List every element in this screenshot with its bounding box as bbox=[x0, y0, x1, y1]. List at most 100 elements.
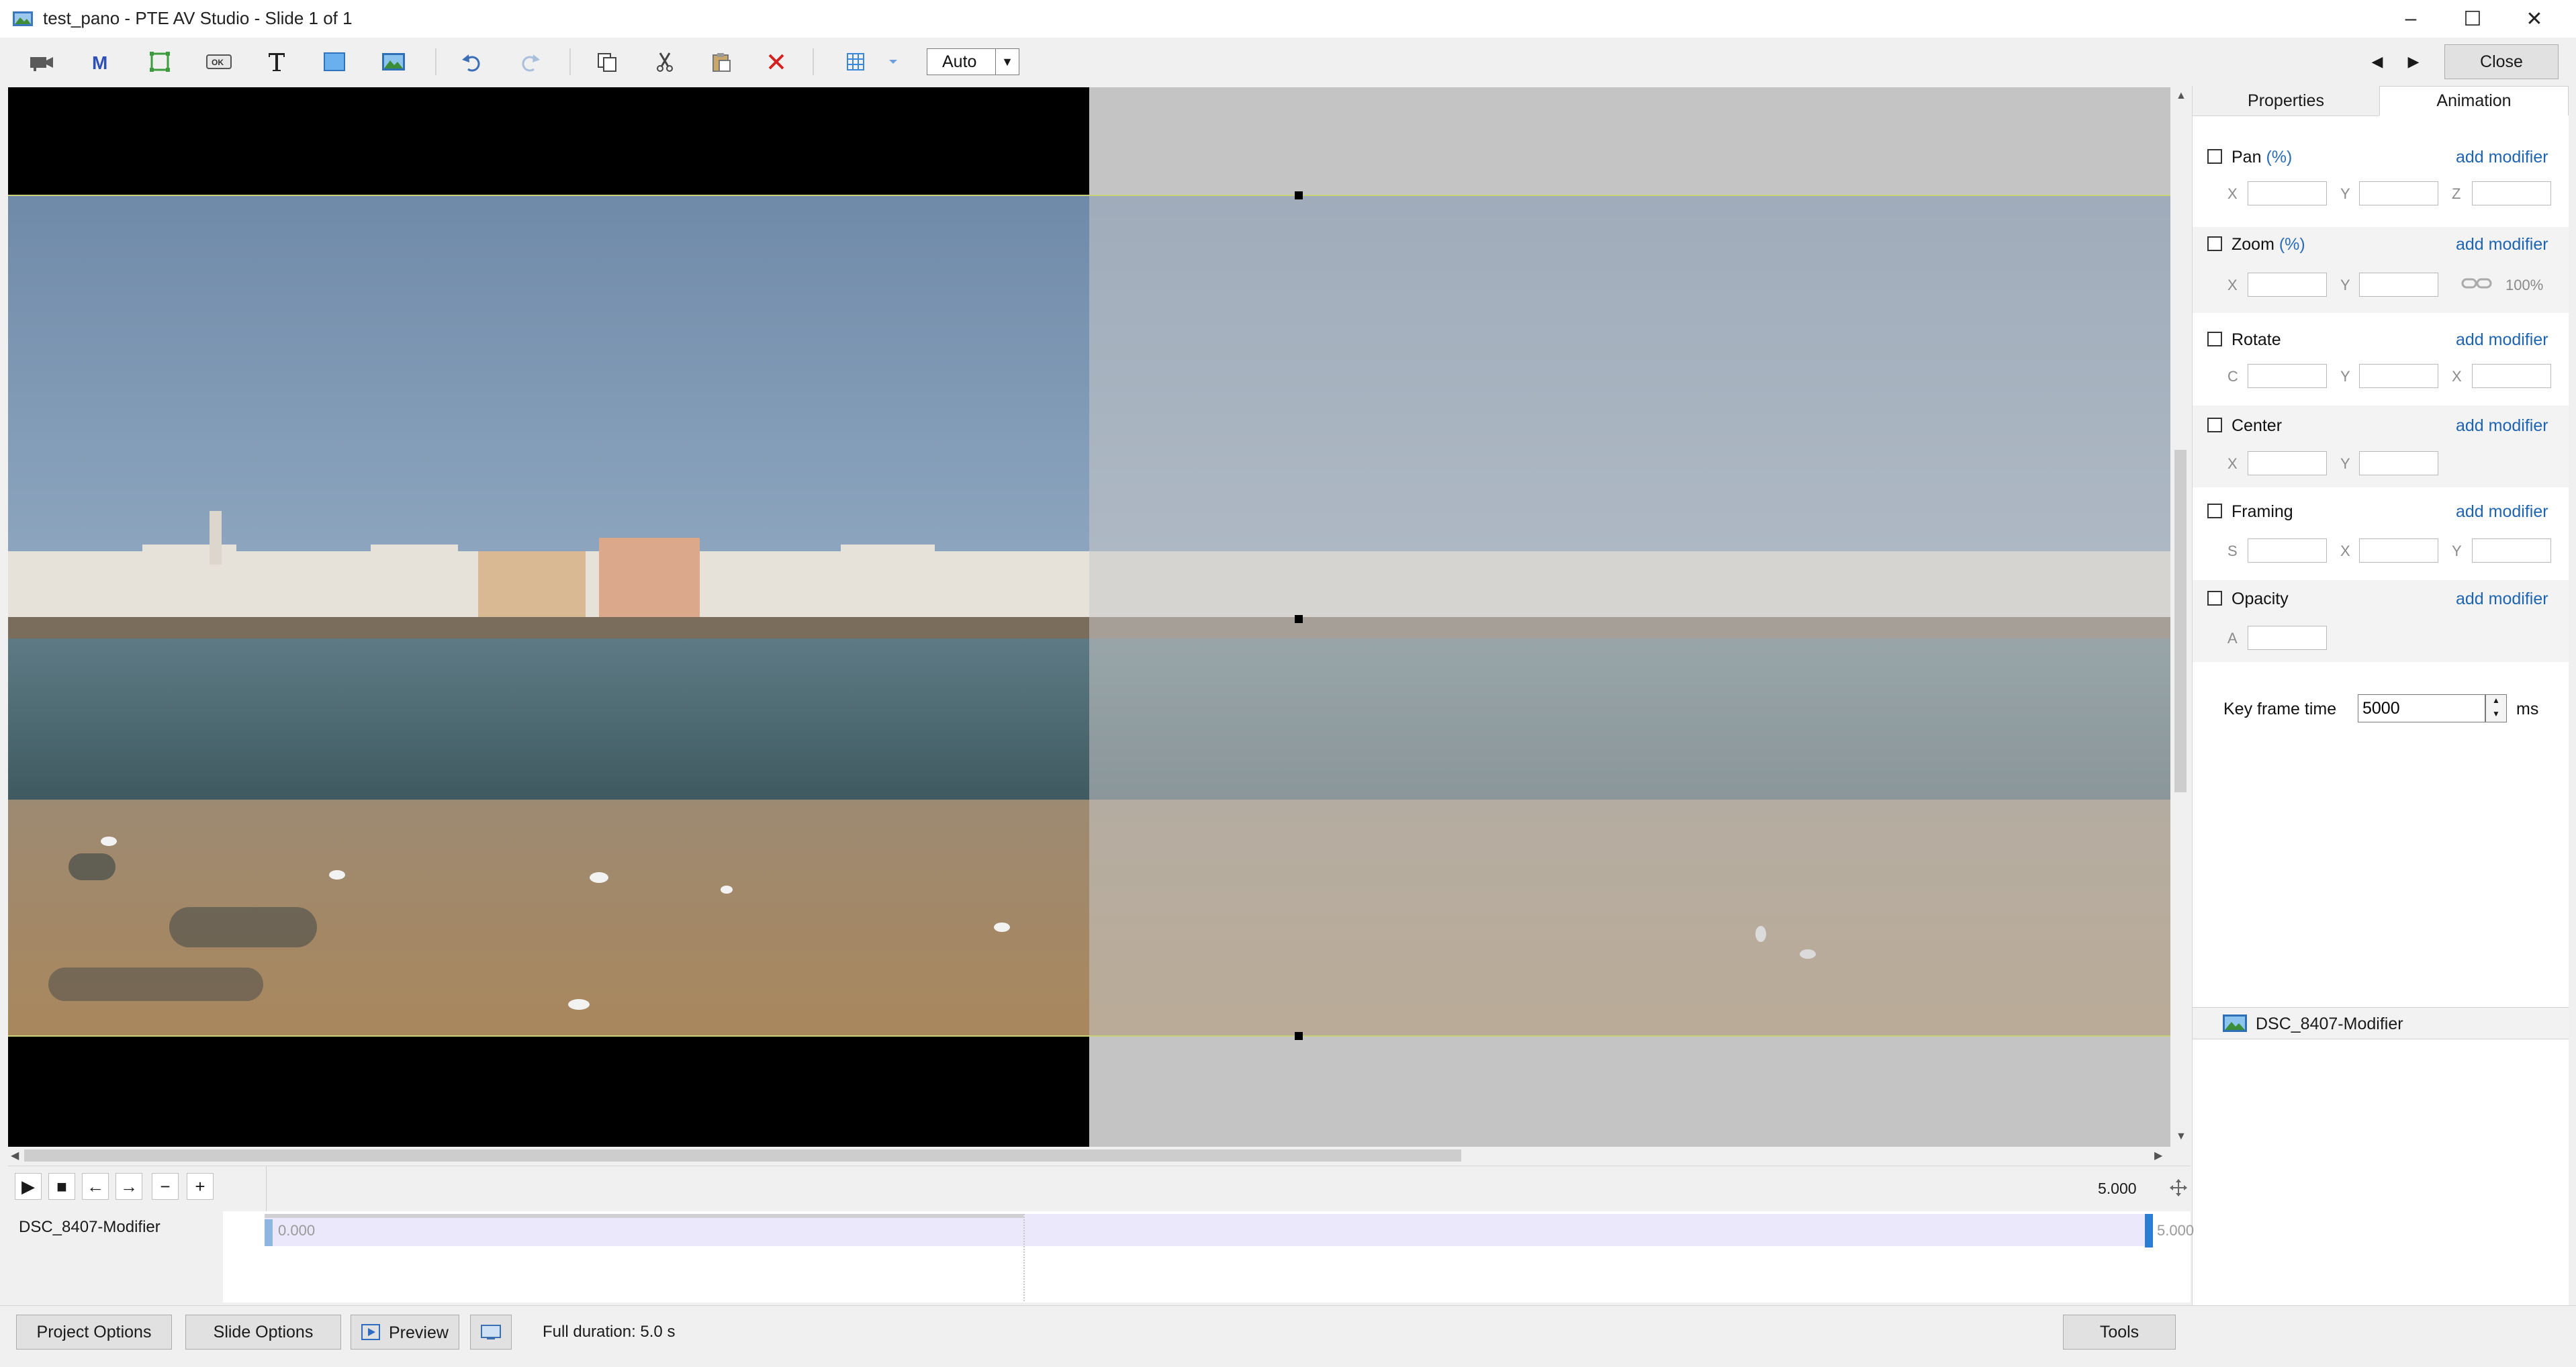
framing-s-input[interactable] bbox=[2248, 538, 2327, 563]
end-keyframe-marker[interactable] bbox=[2145, 1214, 2153, 1247]
pan-add-modifier-link[interactable]: add modifier bbox=[2456, 148, 2548, 167]
grid-icon[interactable] bbox=[837, 44, 874, 79]
framing-x-label: X bbox=[2340, 543, 2350, 559]
rotate-c-input[interactable] bbox=[2248, 364, 2327, 388]
zoom-y-input[interactable] bbox=[2359, 273, 2438, 297]
tab-properties[interactable]: Properties bbox=[2193, 86, 2379, 116]
start-time: 0.000 bbox=[278, 1222, 316, 1239]
camera-icon[interactable] bbox=[23, 44, 60, 79]
mask-icon[interactable]: M bbox=[82, 44, 120, 79]
spin-up-icon[interactable]: ▲ bbox=[2492, 696, 2500, 705]
opacity-checkbox[interactable] bbox=[2207, 591, 2222, 606]
frame-guide-bottom bbox=[8, 1035, 2170, 1037]
link-icon[interactable] bbox=[2461, 275, 2492, 295]
start-keyframe-marker[interactable] bbox=[265, 1219, 273, 1246]
framing-add-modifier-link[interactable]: add modifier bbox=[2456, 502, 2548, 522]
delete-icon[interactable] bbox=[757, 44, 795, 79]
zoom-select[interactable]: Auto ▼ bbox=[927, 48, 1019, 75]
project-options-button[interactable]: Project Options bbox=[16, 1315, 172, 1350]
paste-icon[interactable] bbox=[702, 44, 740, 79]
framing-checkbox[interactable] bbox=[2207, 504, 2222, 518]
center-add-modifier-link[interactable]: add modifier bbox=[2456, 416, 2548, 436]
previous-slide-icon[interactable]: ◀ bbox=[2364, 47, 2391, 77]
zoom-ratio: 100% bbox=[2505, 277, 2544, 293]
slide-options-button[interactable]: Slide Options bbox=[185, 1315, 341, 1350]
vertical-scroll-thumb[interactable] bbox=[2174, 450, 2187, 792]
resize-handle-bottom[interactable] bbox=[1295, 1032, 1303, 1040]
rectangle-icon[interactable] bbox=[316, 44, 353, 79]
fit-timeline-icon[interactable] bbox=[2169, 1178, 2188, 1200]
svg-text:M: M bbox=[92, 52, 107, 72]
object-name: DSC_8407-Modifier bbox=[2256, 1015, 2403, 1033]
keyframe-spinner[interactable]: ▲ ▼ bbox=[2485, 694, 2507, 722]
scroll-right-icon[interactable]: ▶ bbox=[2154, 1149, 2162, 1162]
resize-handle-top[interactable] bbox=[1295, 191, 1303, 199]
framing-x-input[interactable] bbox=[2359, 538, 2438, 563]
play-button[interactable]: ▶ bbox=[15, 1173, 42, 1200]
copy-icon[interactable] bbox=[588, 44, 626, 79]
center-checkbox[interactable] bbox=[2207, 418, 2222, 432]
zoom-y-label: Y bbox=[2340, 277, 2350, 293]
spin-down-icon[interactable]: ▼ bbox=[2492, 709, 2500, 718]
chevron-down-icon[interactable]: ▼ bbox=[995, 49, 1019, 75]
window-close-button[interactable]: ✕ bbox=[2503, 0, 2565, 38]
pan-z-input[interactable] bbox=[2472, 181, 2551, 205]
horizontal-scroll-thumb[interactable] bbox=[24, 1149, 1461, 1162]
preview-button[interactable]: Preview bbox=[351, 1315, 459, 1350]
pan-y-label: Y bbox=[2340, 185, 2350, 202]
remove-keyframe-button[interactable]: − bbox=[152, 1173, 179, 1200]
cut-icon[interactable] bbox=[646, 44, 684, 79]
animation-panel: Properties Animation Pan (%) add modifie… bbox=[2192, 86, 2569, 1307]
opacity-add-modifier-link[interactable]: add modifier bbox=[2456, 590, 2548, 609]
image-icon[interactable] bbox=[375, 44, 412, 79]
horizontal-scrollbar[interactable]: ◀ ▶ bbox=[8, 1147, 2170, 1164]
redo-icon[interactable] bbox=[512, 44, 549, 79]
timeline-ruler[interactable] bbox=[266, 1166, 2159, 1212]
next-slide-icon[interactable]: ▶ bbox=[2400, 47, 2427, 77]
pan-y-input[interactable] bbox=[2359, 181, 2438, 205]
keyframe-time-label: Key frame time bbox=[2223, 700, 2337, 718]
vertical-scrollbar[interactable]: ▲ ▼ bbox=[2172, 87, 2189, 1147]
scroll-down-icon[interactable]: ▼ bbox=[2176, 1131, 2187, 1143]
zoom-x-label: X bbox=[2227, 277, 2238, 293]
minimize-button[interactable]: – bbox=[2380, 0, 2442, 38]
framing-y-input[interactable] bbox=[2472, 538, 2551, 563]
rotate-checkbox[interactable] bbox=[2207, 332, 2222, 346]
pan-checkbox[interactable] bbox=[2207, 149, 2222, 164]
zoom-x-input[interactable] bbox=[2248, 273, 2327, 297]
rotate-c-label: C bbox=[2227, 368, 2238, 385]
center-handle[interactable] bbox=[1295, 615, 1303, 623]
frame-icon[interactable] bbox=[141, 44, 179, 79]
maximize-button[interactable]: ☐ bbox=[2442, 0, 2503, 38]
screen-icon[interactable] bbox=[470, 1315, 512, 1350]
scroll-left-icon[interactable]: ◀ bbox=[11, 1149, 19, 1162]
previous-keyframe-button[interactable]: ← bbox=[82, 1173, 109, 1200]
opacity-a-input[interactable] bbox=[2248, 626, 2327, 650]
rotate-x-input[interactable] bbox=[2472, 364, 2551, 388]
keyframe-time-field[interactable]: ▲ ▼ bbox=[2358, 694, 2507, 722]
timeline-object-bar[interactable]: 0.000 bbox=[265, 1214, 2145, 1301]
text-icon[interactable] bbox=[258, 44, 295, 79]
grid-dropdown-icon[interactable] bbox=[880, 44, 907, 79]
next-keyframe-button[interactable]: → bbox=[116, 1173, 142, 1200]
rotate-add-modifier-link[interactable]: add modifier bbox=[2456, 330, 2548, 350]
object-list-item[interactable]: DSC_8407-Modifier bbox=[2193, 1007, 2569, 1039]
close-button[interactable]: Close bbox=[2444, 44, 2559, 79]
rotate-y-input[interactable] bbox=[2359, 364, 2438, 388]
scroll-up-icon[interactable]: ▲ bbox=[2176, 90, 2187, 102]
button-icon[interactable]: OK bbox=[200, 44, 238, 79]
center-x-input[interactable] bbox=[2248, 451, 2327, 475]
timeline-track-area[interactable]: DSC_8407-Modifier 0.000 5.000 bbox=[8, 1211, 2194, 1303]
slide-workspace[interactable] bbox=[8, 87, 2170, 1147]
undo-icon[interactable] bbox=[453, 44, 490, 79]
tools-button[interactable]: Tools bbox=[2063, 1315, 2176, 1350]
zoom-checkbox[interactable] bbox=[2207, 236, 2222, 251]
zoom-add-modifier-link[interactable]: add modifier bbox=[2456, 235, 2548, 254]
stop-button[interactable]: ■ bbox=[48, 1173, 75, 1200]
track-name: DSC_8407-Modifier bbox=[19, 1218, 160, 1236]
add-keyframe-button[interactable]: + bbox=[187, 1173, 214, 1200]
tab-animation[interactable]: Animation bbox=[2379, 86, 2569, 115]
pan-x-input[interactable] bbox=[2248, 181, 2327, 205]
center-y-input[interactable] bbox=[2359, 451, 2438, 475]
keyframe-time-input[interactable] bbox=[2358, 694, 2485, 722]
